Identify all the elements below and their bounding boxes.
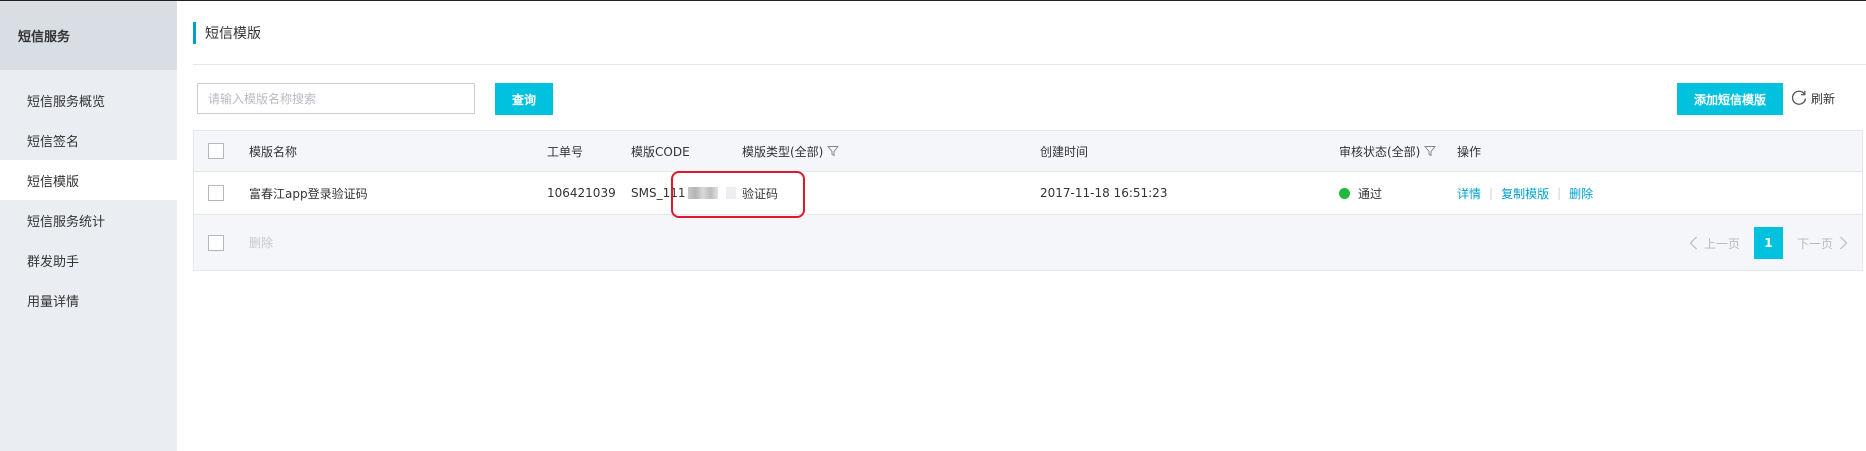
- sidebar-item-bulk-send[interactable]: 群发助手: [0, 240, 177, 280]
- header-code: 模版CODE: [631, 144, 690, 159]
- header-actions: 操作: [1457, 144, 1482, 159]
- sidebar-item-label: 短信服务概览: [27, 94, 106, 110]
- sidebar-item-signatures[interactable]: 短信签名: [0, 120, 177, 160]
- copy-template-link[interactable]: 复制模版: [1501, 185, 1549, 202]
- row-created: 2017-11-18 16:51:23: [1040, 186, 1168, 200]
- sidebar: 短信服务 短信服务概览 短信签名 短信模版 短信服务统计 群发助手 用量详情: [0, 1, 177, 451]
- row-status-cell: 通过: [1339, 172, 1382, 214]
- add-template-button[interactable]: 添加短信模版: [1677, 83, 1783, 115]
- main-content: 短信模版 查询 添加短信模版 刷新 模版名称 工单号 模版CODE 模版类型(全…: [177, 1, 1866, 451]
- pagination: 上一页 1 下一页: [1689, 227, 1848, 259]
- query-button[interactable]: 查询: [495, 83, 553, 115]
- row-name: 富春江app登录验证码: [249, 186, 368, 201]
- sidebar-item-usage[interactable]: 用量详情: [0, 280, 177, 320]
- action-separator: |: [1557, 186, 1562, 200]
- sidebar-item-label: 群发助手: [27, 254, 80, 270]
- action-separator: |: [1489, 186, 1494, 200]
- chevron-left-icon: [1689, 236, 1697, 250]
- title-divider: [193, 64, 1866, 65]
- sidebar-item-label: 短信模版: [27, 174, 80, 190]
- sidebar-item-templates[interactable]: 短信模版: [0, 160, 177, 200]
- row-checkbox[interactable]: [208, 185, 224, 201]
- templates-table: 模版名称 工单号 模版CODE 模版类型(全部) 创建时间 审核状态(全部) 操…: [193, 130, 1863, 271]
- header-type: 模版类型(全部): [742, 144, 824, 159]
- batch-delete-button[interactable]: 删除: [249, 234, 273, 251]
- select-all-cell: [208, 131, 224, 171]
- page-title-text: 短信模版: [205, 26, 261, 42]
- footer-select-all-checkbox[interactable]: [208, 234, 224, 251]
- status-filter-icon[interactable]: [1424, 145, 1437, 157]
- page-1-button[interactable]: 1: [1753, 227, 1783, 259]
- row-select-cell: [208, 172, 224, 214]
- refresh-button[interactable]: 刷新: [1790, 87, 1835, 109]
- header-name: 模版名称: [249, 144, 298, 159]
- row-actions: 详情 | 复制模版 | 删除: [1457, 172, 1593, 214]
- sidebar-title: 短信服务: [0, 1, 177, 70]
- footer-delete-cell: 删除: [249, 215, 273, 270]
- type-filter-icon[interactable]: [827, 145, 840, 157]
- header-type-cell: 模版类型(全部): [742, 131, 840, 171]
- next-page-button[interactable]: 下一页: [1797, 235, 1848, 252]
- sidebar-menu: 短信服务概览 短信签名 短信模版 短信服务统计 群发助手 用量详情: [0, 70, 177, 320]
- sidebar-item-label: 用量详情: [27, 294, 80, 310]
- table-footer: 删除 上一页 1 下一页: [194, 215, 1862, 271]
- sidebar-item-statistics[interactable]: 短信服务统计: [0, 200, 177, 240]
- prev-page-label: 上一页: [1703, 236, 1740, 251]
- header-status-cell: 审核状态(全部): [1339, 131, 1437, 171]
- delete-link[interactable]: 删除: [1569, 185, 1593, 202]
- status-approved-icon: [1339, 187, 1350, 199]
- footer-select-cell: [208, 215, 224, 270]
- chevron-right-icon: [1840, 236, 1848, 250]
- header-created: 创建时间: [1040, 144, 1089, 159]
- row-ticket: 106421039: [547, 186, 616, 200]
- table-header: 模版名称 工单号 模版CODE 模版类型(全部) 创建时间 审核状态(全部) 操…: [194, 131, 1862, 172]
- header-ticket: 工单号: [547, 144, 584, 159]
- search-input[interactable]: [197, 83, 475, 114]
- row-status: 通过: [1358, 186, 1383, 201]
- table-row: 富春江app登录验证码 106421039 SMS_111 验证码 2017-1…: [194, 172, 1862, 215]
- header-status: 审核状态(全部): [1339, 144, 1421, 159]
- page-title: 短信模版: [193, 22, 261, 44]
- next-page-label: 下一页: [1796, 236, 1833, 251]
- refresh-icon: [1791, 90, 1807, 105]
- prev-page-button[interactable]: 上一页: [1689, 235, 1740, 252]
- detail-link[interactable]: 详情: [1457, 185, 1481, 202]
- sidebar-item-overview[interactable]: 短信服务概览: [0, 80, 177, 120]
- code-highlight-annotation: [671, 171, 805, 218]
- select-all-checkbox[interactable]: [208, 143, 224, 159]
- sidebar-item-label: 短信签名: [27, 134, 80, 150]
- sidebar-item-label: 短信服务统计: [27, 214, 106, 230]
- refresh-label: 刷新: [1811, 91, 1836, 106]
